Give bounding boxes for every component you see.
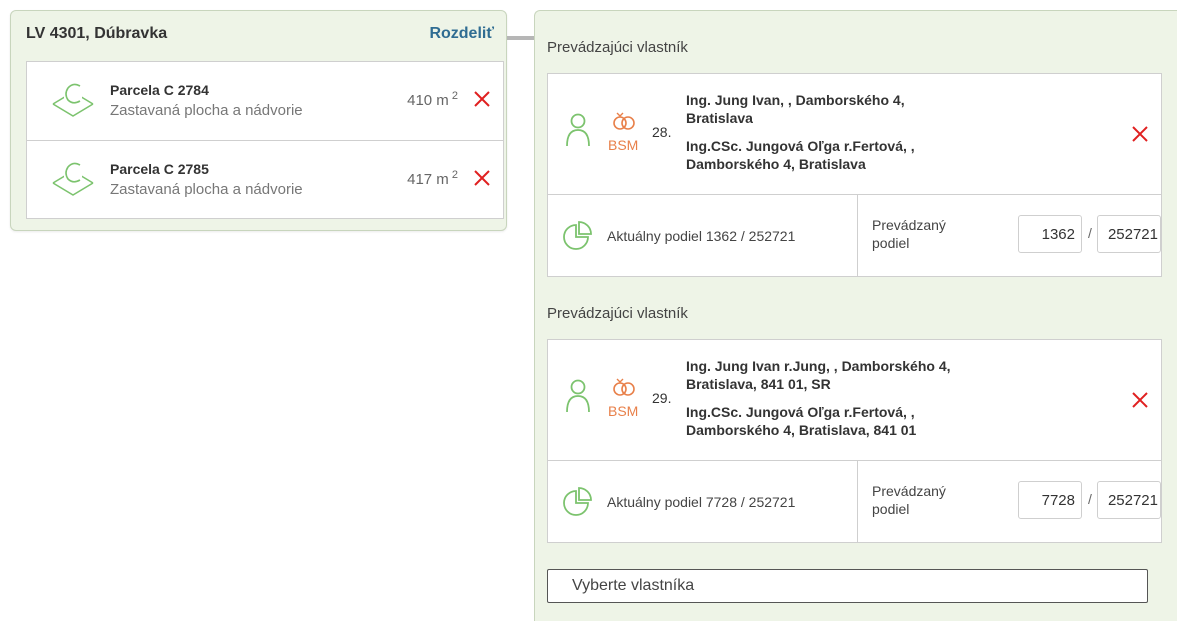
section-label: Prevádzajúci vlastník (547, 39, 688, 56)
parcel-row: Parcela C 2784 Zastavaná plocha a nádvor… (27, 62, 503, 140)
parcel-area: 410 m 2 (407, 90, 458, 109)
close-icon[interactable] (1131, 391, 1149, 414)
connector-line (507, 36, 534, 40)
parcel-type: Zastavaná plocha a nádvorie (110, 181, 303, 198)
owner-address-line: Bratislava (686, 110, 753, 126)
parcel-area: 417 m 2 (407, 169, 458, 188)
share-denominator-input[interactable] (1097, 481, 1161, 519)
parcel-row: Parcela C 2785 Zastavaná plocha a nádvor… (27, 140, 503, 218)
share-row: Aktuálny podiel 1362 / 252721 Prevádzaný… (548, 194, 1161, 276)
close-icon[interactable] (1131, 125, 1149, 148)
share-numerator-input[interactable] (1018, 481, 1082, 519)
bsm-label: BSM (608, 137, 639, 153)
owner-name-line: Ing. Jung Ivan, , Damborského 4, (686, 92, 905, 108)
owner-info: BSM 28. Ing. Jung Ivan, , Damborského 4,… (548, 74, 1161, 194)
current-share: Aktuálny podiel 1362 / 252721 (607, 228, 796, 244)
owner-address-line: Bratislava, 841 01, SR (686, 376, 831, 392)
parcel-list: Parcela C 2784 Zastavaná plocha a nádvor… (26, 61, 504, 219)
bsm-label: BSM (608, 403, 639, 419)
transfer-share-label: Prevádzaný podiel (872, 483, 946, 517)
owner-name-line: Ing.CSc. Jungová Oľga r.Fertová, , (686, 404, 915, 420)
parcel-type: Zastavaná plocha a nádvorie (110, 102, 303, 119)
order-number: 28. (652, 124, 672, 140)
close-icon[interactable] (473, 169, 491, 192)
pie-chart-icon (561, 220, 593, 257)
owner-address-line: Damborského 4, Bratislava (686, 156, 866, 172)
lv-title: LV 4301, Dúbravka (26, 25, 168, 42)
select-owner-dropdown[interactable]: Vyberte vlastníka (547, 569, 1148, 603)
parcel-icon (51, 80, 95, 125)
share-row: Aktuálny podiel 7728 / 252721 Prevádzaný… (548, 460, 1161, 542)
split-button[interactable]: Rozdeliť (429, 25, 494, 43)
owner-info: BSM 29. Ing. Jung Ivan r.Jung, , Dambors… (548, 340, 1161, 460)
person-icon (565, 378, 591, 419)
rings-icon (612, 110, 636, 137)
order-number: 29. (652, 390, 672, 406)
owner-address-line: Damborského 4, Bratislava, 841 01 (686, 422, 917, 438)
share-denominator-input[interactable] (1097, 215, 1161, 253)
lv-card: LV 4301, Dúbravka Rozdeliť Parcela C 278… (10, 10, 507, 231)
owner-name-line: Ing. Jung Ivan r.Jung, , Damborského 4, (686, 358, 951, 374)
rings-icon (612, 376, 636, 403)
parcel-name: Parcela C 2784 (110, 82, 209, 98)
parcel-name: Parcela C 2785 (110, 161, 209, 177)
divider (857, 195, 858, 276)
close-icon[interactable] (473, 90, 491, 113)
owner-card: BSM 29. Ing. Jung Ivan r.Jung, , Dambors… (547, 339, 1162, 543)
transfer-share-label: Prevádzaný podiel (872, 217, 946, 251)
parcel-icon (51, 159, 95, 204)
person-icon (565, 112, 591, 153)
owners-panel: Prevádzajúci vlastník BSM 28. Ing. Jung … (534, 10, 1177, 621)
current-share: Aktuálny podiel 7728 / 252721 (607, 494, 796, 510)
share-separator: / (1088, 225, 1092, 241)
section-label: Prevádzajúci vlastník (547, 305, 688, 322)
divider (857, 461, 858, 542)
share-numerator-input[interactable] (1018, 215, 1082, 253)
owner-card: BSM 28. Ing. Jung Ivan, , Damborského 4,… (547, 73, 1162, 277)
owner-name-line: Ing.CSc. Jungová Oľga r.Fertová, , (686, 138, 915, 154)
pie-chart-icon (561, 486, 593, 523)
lv-header: LV 4301, Dúbravka Rozdeliť (26, 25, 494, 49)
share-separator: / (1088, 491, 1092, 507)
